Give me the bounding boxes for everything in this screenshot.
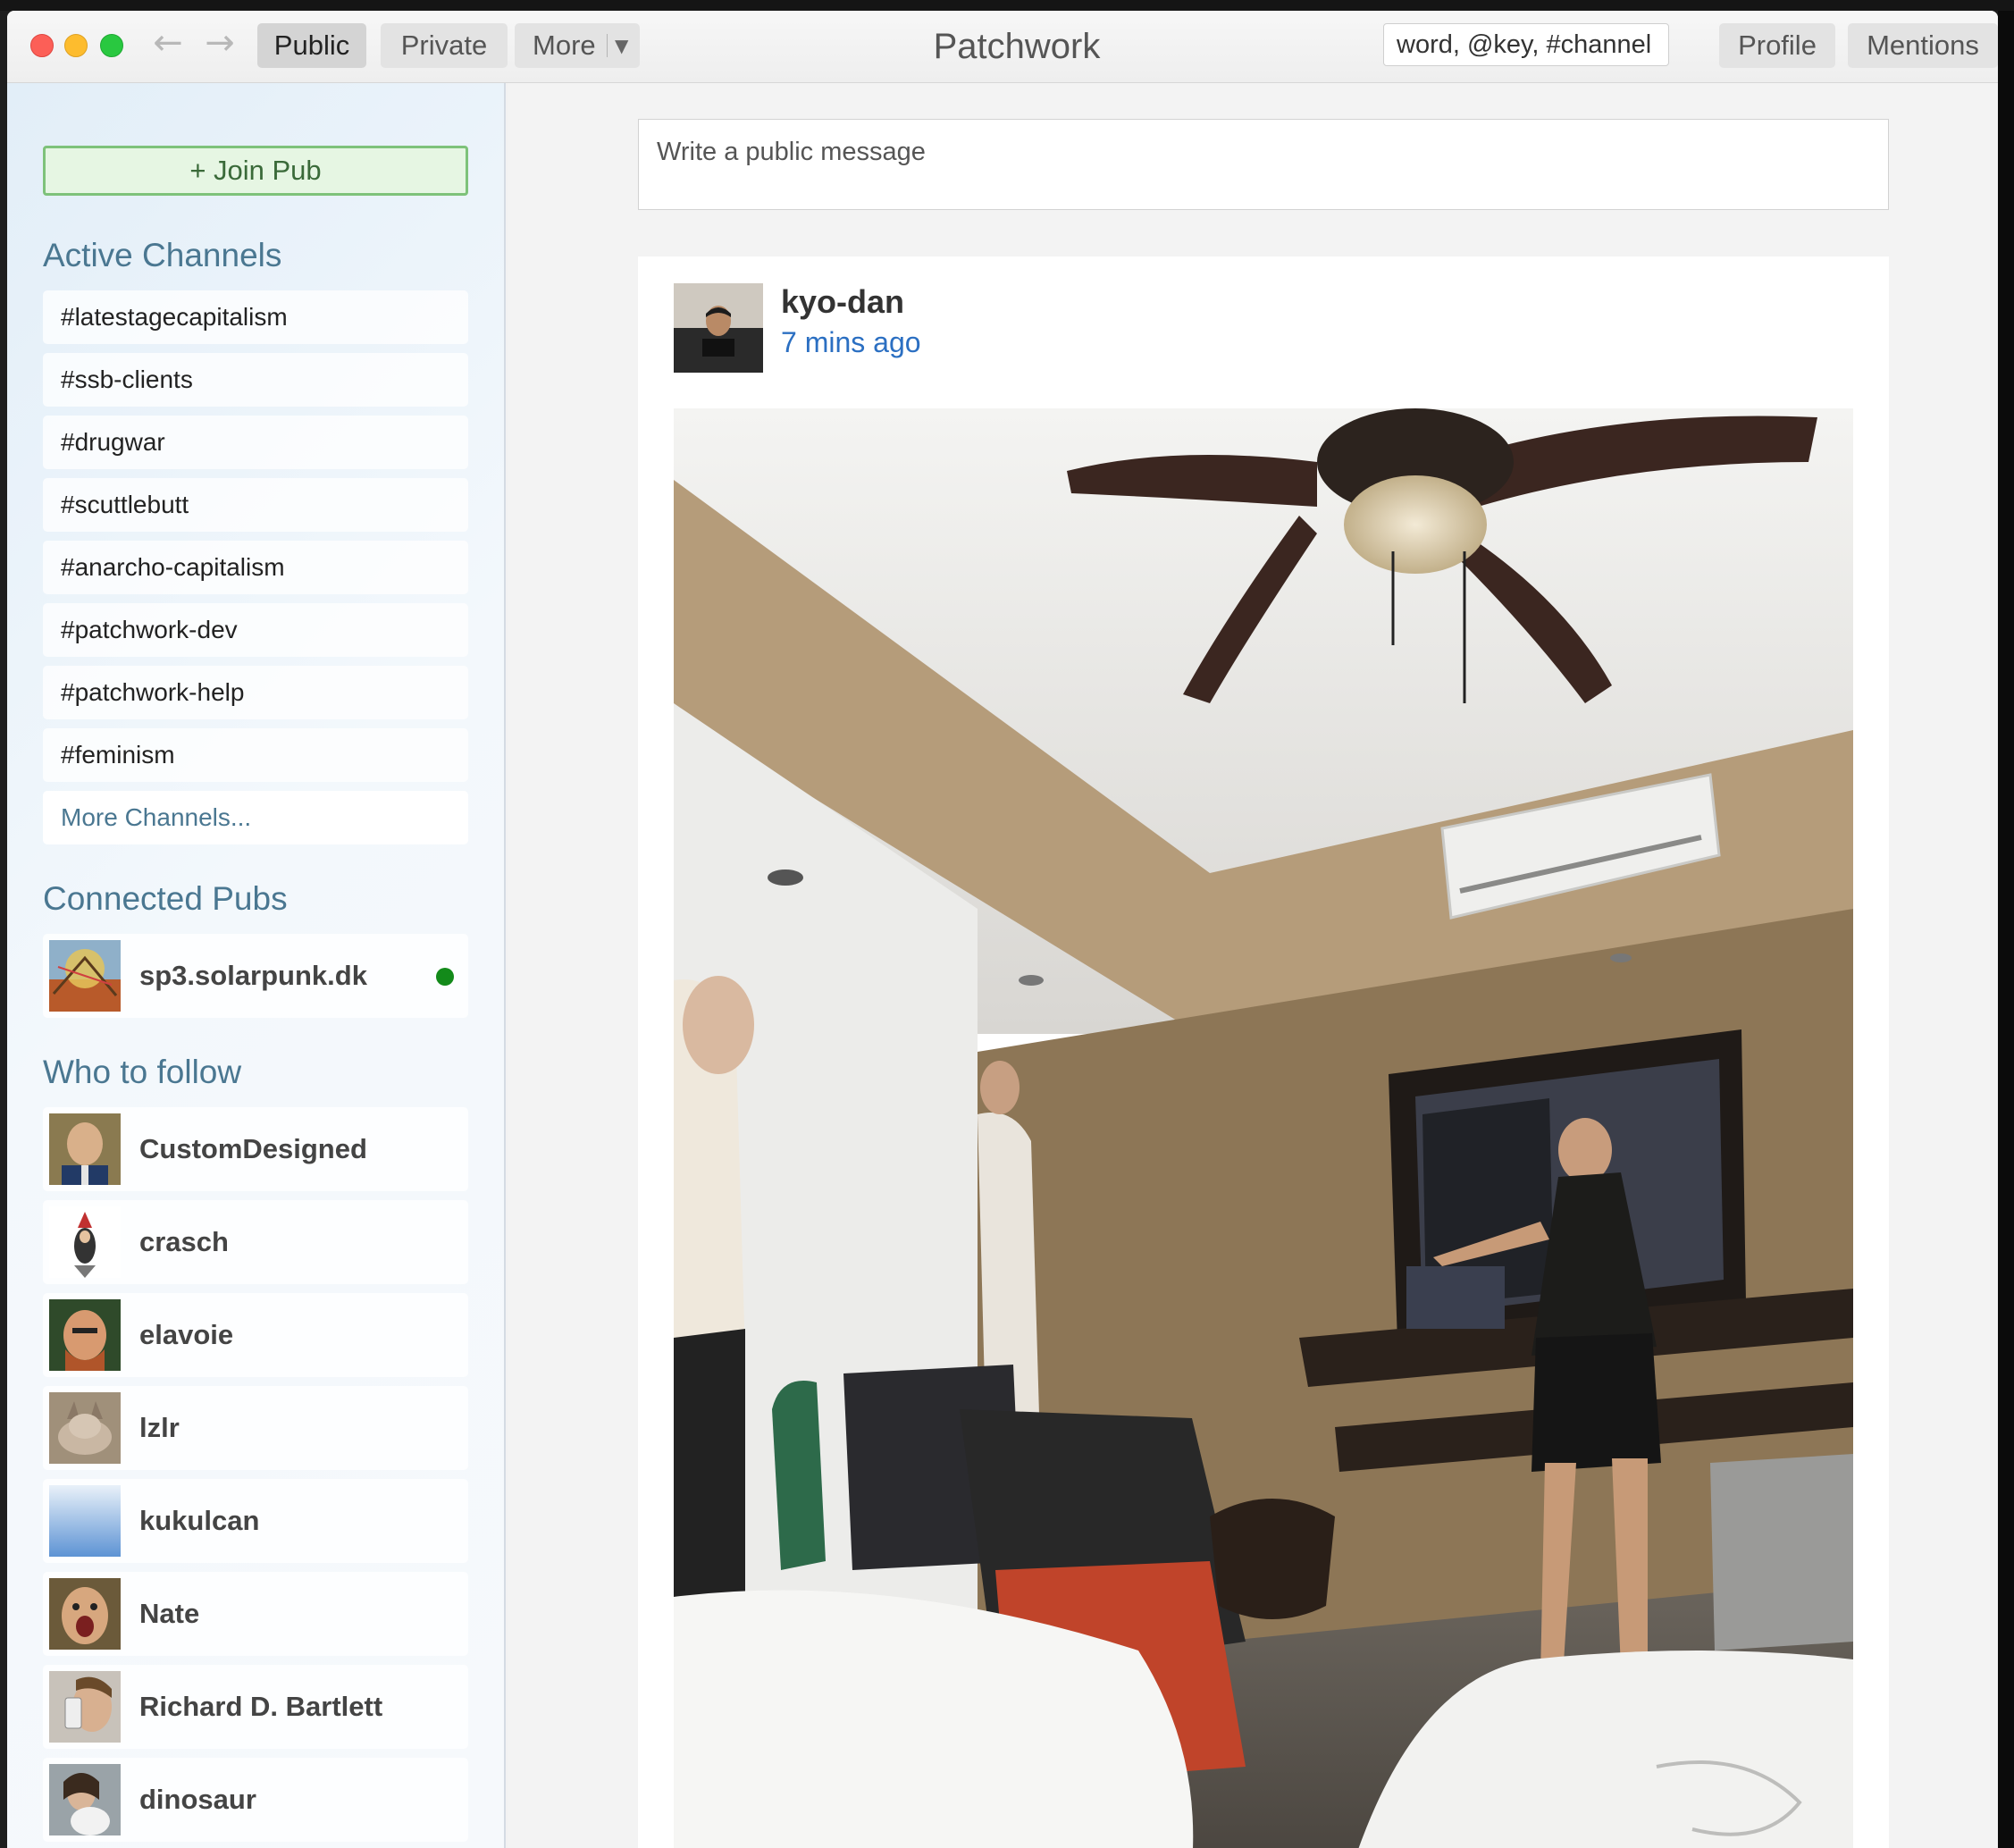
suggested-user[interactable]: kukulcan <box>43 1479 468 1563</box>
close-window-button[interactable] <box>30 34 54 57</box>
suggested-user[interactable]: dinosaur <box>43 1758 468 1842</box>
search-input[interactable] <box>1383 23 1669 66</box>
user-name: Nate <box>139 1598 200 1629</box>
chevron-down-icon[interactable]: ▼ <box>615 23 628 68</box>
suggested-user[interactable]: Nate <box>43 1572 468 1656</box>
join-pub-button[interactable]: + Join Pub <box>43 146 468 196</box>
profile-button[interactable]: Profile <box>1719 23 1835 68</box>
user-name: Richard D. Bartlett <box>139 1691 383 1722</box>
main-feed: kyo-dan 7 mins ago <box>508 83 1998 1848</box>
author-avatar[interactable] <box>674 283 763 373</box>
active-channels-heading: Active Channels <box>43 237 282 273</box>
window-title: Patchwork <box>933 27 1101 66</box>
forward-arrow-icon[interactable]: → <box>202 23 238 63</box>
sidebar: + Join Pub Active Channels #latestagecap… <box>7 83 506 1848</box>
background-window-edge <box>1998 11 2014 1848</box>
more-label: More <box>533 29 596 61</box>
pub-avatar <box>49 940 121 1012</box>
channel-item[interactable]: #ssb-clients <box>43 353 468 407</box>
user-name: crasch <box>139 1226 229 1257</box>
title-bar: ← → Public Private More ▼ Patchwork Prof… <box>7 11 1998 83</box>
channel-item[interactable]: #feminism <box>43 728 468 782</box>
pub-name: sp3.solarpunk.dk <box>139 960 367 991</box>
back-arrow-icon[interactable]: ← <box>150 23 186 63</box>
avatar <box>49 1764 121 1835</box>
connected-pubs-heading: Connected Pubs <box>43 880 288 917</box>
app-window: ← → Public Private More ▼ Patchwork Prof… <box>7 11 1998 1848</box>
more-dropdown-button[interactable]: More ▼ <box>515 23 640 68</box>
who-to-follow-heading: Who to follow <box>43 1054 242 1090</box>
avatar <box>49 1392 121 1464</box>
channel-item[interactable]: #drugwar <box>43 416 468 469</box>
avatar <box>49 1578 121 1650</box>
avatar <box>49 1485 121 1557</box>
compose-message-input[interactable] <box>638 119 1889 210</box>
tab-public[interactable]: Public <box>257 23 366 68</box>
user-name: lzlr <box>139 1412 180 1443</box>
channel-item[interactable]: #scuttlebutt <box>43 478 468 532</box>
screen-top-strip <box>0 0 2014 11</box>
mentions-button[interactable]: Mentions <box>1848 23 1998 68</box>
avatar <box>49 1671 121 1743</box>
channel-item[interactable]: #anarcho-capitalism <box>43 541 468 594</box>
user-name: elavoie <box>139 1319 234 1350</box>
suggested-user[interactable]: lzlr <box>43 1386 468 1470</box>
avatar <box>49 1113 121 1185</box>
avatar <box>49 1206 121 1278</box>
channel-item[interactable]: #latestagecapitalism <box>43 290 468 344</box>
suggested-user[interactable]: elavoie <box>43 1293 468 1377</box>
more-channels-link[interactable]: More Channels... <box>43 791 468 844</box>
tab-private[interactable]: Private <box>381 23 508 68</box>
suggested-user[interactable]: CustomDesigned <box>43 1107 468 1191</box>
post-timestamp[interactable]: 7 mins ago <box>781 326 921 359</box>
suggested-user[interactable]: crasch <box>43 1200 468 1284</box>
suggested-user[interactable]: Richard D. Bartlett <box>43 1665 468 1749</box>
user-name: kukulcan <box>139 1505 260 1536</box>
feed-post: kyo-dan 7 mins ago <box>638 256 1889 1848</box>
post-author-name[interactable]: kyo-dan <box>781 283 904 321</box>
maximize-window-button[interactable] <box>100 34 123 57</box>
online-status-dot <box>436 968 454 986</box>
divider <box>607 34 608 57</box>
user-name: dinosaur <box>139 1784 256 1815</box>
user-name: CustomDesigned <box>139 1133 367 1164</box>
channel-item[interactable]: #patchwork-help <box>43 666 468 719</box>
channel-item[interactable]: #patchwork-dev <box>43 603 468 657</box>
post-image[interactable] <box>674 408 1853 1848</box>
minimize-window-button[interactable] <box>64 34 88 57</box>
avatar <box>49 1299 121 1371</box>
pub-item[interactable]: sp3.solarpunk.dk <box>43 934 468 1018</box>
